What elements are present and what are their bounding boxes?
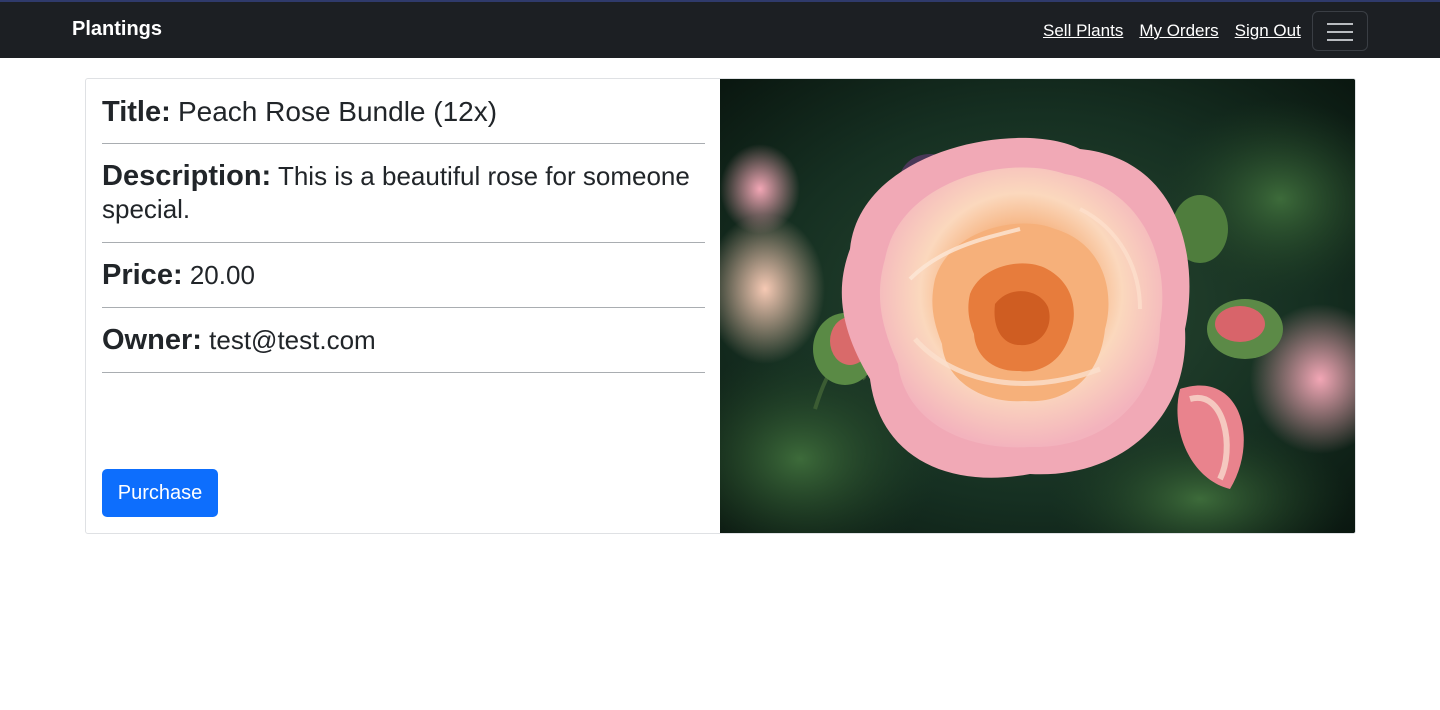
nav-link-my-orders[interactable]: My Orders bbox=[1139, 21, 1218, 41]
title-field: Title: Peach Rose Bundle (12x) bbox=[102, 79, 705, 144]
listing-card: Title: Peach Rose Bundle (12x) Descripti… bbox=[85, 78, 1356, 534]
purchase-button[interactable]: Purchase bbox=[102, 469, 218, 517]
description-label: Description: bbox=[102, 160, 272, 192]
price-value: 20.00 bbox=[189, 260, 255, 290]
description-field: Description: This is a beautiful rose fo… bbox=[102, 144, 705, 243]
price-field: Price: 20.00 bbox=[102, 243, 705, 308]
nav-link-sign-out[interactable]: Sign Out bbox=[1235, 21, 1301, 41]
hamburger-icon-bar bbox=[1327, 31, 1353, 33]
owner-field: Owner: test@test.com bbox=[102, 308, 705, 373]
rose-image-svg bbox=[720, 79, 1355, 533]
hamburger-icon-bar bbox=[1327, 39, 1353, 41]
owner-value: test@test.com bbox=[209, 325, 376, 355]
nav-link-sell-plants[interactable]: Sell Plants bbox=[1043, 21, 1123, 41]
brand-link[interactable]: Plantings bbox=[72, 18, 162, 41]
title-value: Peach Rose Bundle (12x) bbox=[177, 96, 498, 127]
hamburger-icon bbox=[1327, 23, 1353, 25]
nav-links: Sell Plants My Orders Sign Out bbox=[1043, 21, 1301, 41]
listing-details: Title: Peach Rose Bundle (12x) Descripti… bbox=[102, 79, 705, 373]
price-label: Price: bbox=[102, 259, 183, 291]
peach-rose-photo bbox=[720, 79, 1355, 533]
navbar: Plantings Sell Plants My Orders Sign Out bbox=[0, 0, 1440, 58]
navbar-toggler-button[interactable] bbox=[1312, 11, 1368, 51]
title-label: Title: bbox=[102, 96, 171, 128]
owner-label: Owner: bbox=[102, 324, 202, 356]
